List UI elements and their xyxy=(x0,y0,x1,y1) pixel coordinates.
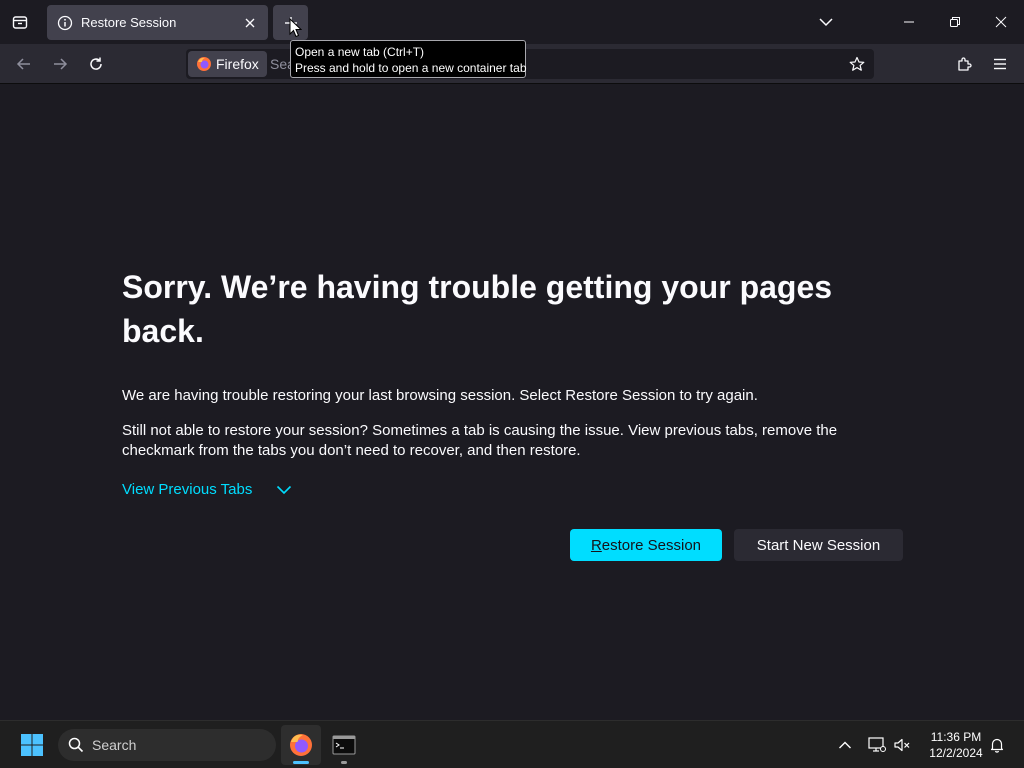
list-all-tabs-button[interactable] xyxy=(812,8,840,36)
tab-title: Restore Session xyxy=(81,15,177,30)
search-icon xyxy=(68,737,84,753)
page-title: Sorry. We’re having trouble getting your… xyxy=(122,269,833,349)
chevron-down-icon xyxy=(819,18,833,27)
volume-muted-button[interactable] xyxy=(890,733,914,757)
clock-time: 11:36 PM xyxy=(930,730,982,744)
bookmark-star-button[interactable] xyxy=(844,51,870,77)
tooltip-line-1: Open a new tab (Ctrl+T) xyxy=(295,45,425,59)
info-icon xyxy=(57,15,73,30)
tab-strip: Restore Session xyxy=(0,0,1024,44)
notifications-button[interactable] xyxy=(985,733,1009,757)
page-content: Sorry. We’re having trouble getting your… xyxy=(0,85,1024,720)
firefox-app-icon xyxy=(290,734,312,756)
search-engine-label: Firefox xyxy=(216,56,259,72)
minimize-button[interactable] xyxy=(886,0,932,44)
firefox-view-button[interactable] xyxy=(4,6,36,38)
reload-icon xyxy=(90,57,102,70)
mouse-cursor-icon xyxy=(289,18,302,38)
extensions-button[interactable] xyxy=(948,48,980,80)
puzzle-icon xyxy=(958,57,972,71)
app-menu-button[interactable] xyxy=(984,48,1016,80)
active-app-indicator xyxy=(293,761,309,764)
terminal-app-icon xyxy=(332,735,356,755)
new-tab-tooltip: Open a new tab (Ctrl+T) Press and hold t… xyxy=(290,40,527,78)
clock-date: 12/2/2024 xyxy=(929,746,983,760)
start-new-session-button[interactable]: Start New Session xyxy=(734,529,903,561)
restore-window-icon xyxy=(950,17,960,27)
taskbar-terminal[interactable] xyxy=(324,725,364,765)
tooltip-line-2: Press and hold to open a new container t… xyxy=(295,61,527,75)
view-previous-tabs-label: View Previous Tabs xyxy=(122,481,253,498)
start-button[interactable] xyxy=(14,729,50,761)
search-engine-chip[interactable]: Firefox xyxy=(188,51,267,77)
taskbar-search-box[interactable]: Search xyxy=(58,729,276,761)
close-tab-button[interactable] xyxy=(242,15,258,31)
restore-description: We are having trouble restoring your las… xyxy=(122,387,758,404)
windows-logo-icon xyxy=(21,734,43,756)
restore-window-button[interactable] xyxy=(932,0,978,44)
taskbar-firefox[interactable] xyxy=(281,725,321,765)
firefox-logo-icon xyxy=(197,57,211,71)
show-hidden-icons-button[interactable] xyxy=(833,733,857,757)
tab-restore-session[interactable]: Restore Session xyxy=(47,5,268,40)
firefox-view-icon xyxy=(12,16,28,29)
star-icon xyxy=(849,56,865,71)
arrow-left-icon xyxy=(16,58,30,70)
minimize-icon xyxy=(904,21,914,23)
close-window-button[interactable] xyxy=(978,0,1024,44)
network-status-button[interactable] xyxy=(865,733,889,757)
forward-button[interactable] xyxy=(44,48,76,80)
network-icon xyxy=(868,737,886,752)
windows-taskbar: Search 11:36 PM 12/2/2024 xyxy=(0,720,1024,768)
restore-help-text: Still not able to restore your session? … xyxy=(122,422,838,459)
taskbar-search-label: Search xyxy=(92,737,137,753)
arrow-right-icon xyxy=(54,58,68,70)
volume-muted-icon xyxy=(894,738,910,752)
close-window-icon xyxy=(995,16,1007,28)
bell-icon xyxy=(990,738,1004,753)
chevron-up-icon xyxy=(839,741,851,749)
close-icon xyxy=(245,18,255,27)
hamburger-icon xyxy=(994,58,1006,70)
taskbar-clock[interactable]: 11:36 PM 12/2/2024 xyxy=(918,729,994,761)
back-button[interactable] xyxy=(8,48,40,80)
chevron-down-icon xyxy=(277,485,292,494)
running-app-indicator xyxy=(341,761,347,764)
restore-session-button[interactable]: Restore Session xyxy=(570,529,722,561)
view-previous-tabs-toggle[interactable]: View Previous Tabs xyxy=(122,481,292,498)
start-new-session-label: Start New Session xyxy=(756,536,881,554)
reload-button[interactable] xyxy=(80,48,112,80)
